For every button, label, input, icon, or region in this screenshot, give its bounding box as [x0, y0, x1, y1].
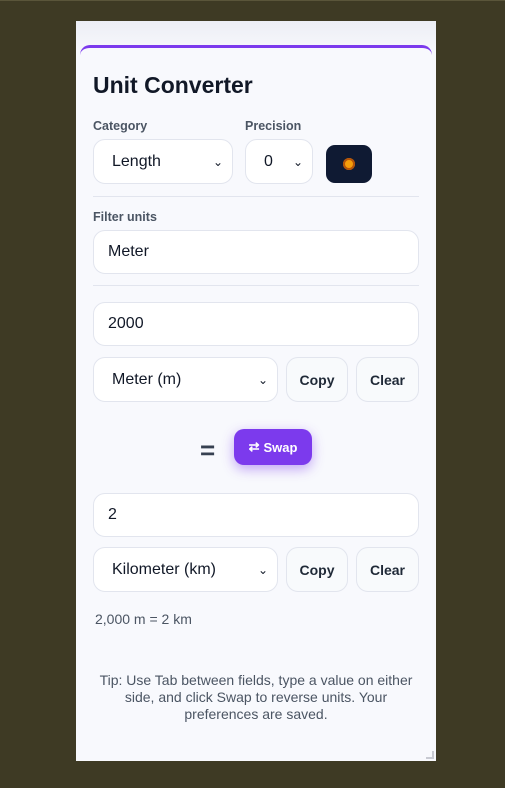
to-clear-button[interactable]: Clear: [356, 547, 419, 592]
swap-button[interactable]: ⇄ Swap: [234, 429, 312, 465]
window-top-border: [0, 0, 505, 1]
divider: [93, 196, 419, 197]
to-unit-value: Kilometer (km): [112, 560, 217, 578]
equals-sign: =: [200, 435, 216, 465]
to-unit-select[interactable]: Kilometer (km) ⌄: [93, 547, 278, 592]
from-unit-select[interactable]: Meter (m) ⌄: [93, 357, 278, 402]
chevron-down-icon: ⌄: [257, 562, 268, 577]
to-value-input[interactable]: 2: [93, 493, 419, 537]
category-label: Category: [93, 119, 148, 133]
chevron-down-icon: ⌄: [257, 372, 268, 387]
filter-value: Meter: [108, 243, 149, 260]
from-value-input[interactable]: 2000: [93, 302, 419, 346]
to-value: 2: [108, 506, 117, 523]
chevron-down-icon: ⌄: [292, 154, 303, 169]
sun-icon: [343, 158, 355, 170]
page-title: Unit Converter: [93, 72, 253, 98]
category-value: Length: [112, 152, 161, 170]
category-select[interactable]: Length ⌄: [93, 139, 233, 184]
swap-label: Swap: [263, 439, 298, 455]
from-copy-button[interactable]: Copy: [286, 357, 348, 402]
to-copy-button[interactable]: Copy: [286, 547, 348, 592]
conversion-result: 2,000 m = 2 km: [95, 611, 192, 627]
precision-value: 0: [264, 152, 273, 170]
precision-select[interactable]: 0 ⌄: [245, 139, 313, 184]
from-clear-button[interactable]: Clear: [356, 357, 419, 402]
precision-label: Precision: [245, 119, 302, 133]
chevron-down-icon: ⌄: [212, 154, 223, 169]
theme-toggle-button[interactable]: [326, 145, 372, 183]
swap-icon: ⇄: [248, 439, 260, 454]
tip-text: Tip: Use Tab between fields, type a valu…: [99, 672, 413, 722]
from-unit-value: Meter (m): [112, 370, 182, 388]
resize-handle[interactable]: [426, 751, 434, 759]
from-value: 2000: [108, 315, 144, 332]
divider: [93, 285, 419, 286]
filter-label: Filter units: [93, 210, 157, 224]
filter-input[interactable]: Meter: [93, 230, 419, 274]
app-frame: Unit Converter Category Length ⌄ Precisi…: [76, 21, 436, 761]
